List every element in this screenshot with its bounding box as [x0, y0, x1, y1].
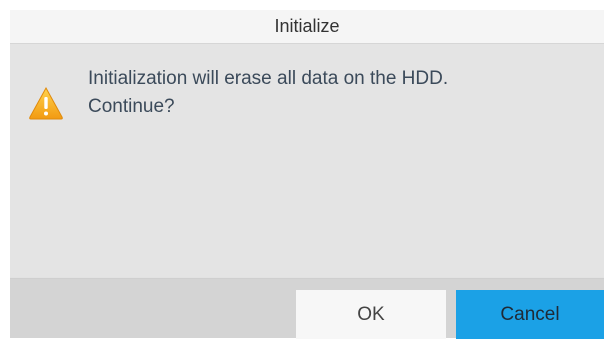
- dialog-body: Initialization will erase all data on th…: [10, 44, 604, 277]
- cancel-button[interactable]: Cancel: [456, 290, 604, 339]
- ok-button[interactable]: OK: [296, 290, 446, 339]
- initialize-dialog: Initialize Initialization will erase all…: [10, 10, 604, 339]
- dialog-message: Initialization will erase all data on th…: [88, 65, 588, 121]
- message-line-2: Continue?: [88, 96, 175, 117]
- message-line-1: Initialization will erase all data on th…: [88, 68, 449, 89]
- dialog-title: Initialize: [10, 10, 604, 44]
- dialog-footer: OK Cancel: [10, 278, 604, 339]
- warning-triangle-icon: [28, 86, 64, 120]
